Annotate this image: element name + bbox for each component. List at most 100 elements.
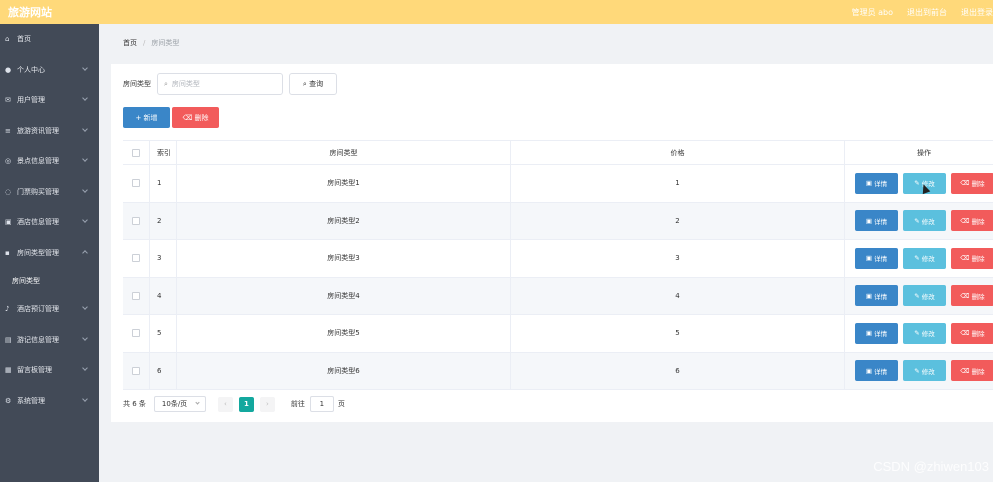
frontend-link[interactable]: 退出到前台 bbox=[907, 7, 947, 18]
row-checkbox[interactable] bbox=[132, 254, 140, 263]
header-index: 索引 bbox=[150, 141, 177, 164]
admin-label: 管理员 abo bbox=[851, 7, 893, 17]
table-header: 索引 房间类型 价格 操作 bbox=[123, 140, 993, 165]
row-checkbox[interactable] bbox=[132, 179, 140, 188]
picture-icon: ▣ bbox=[5, 218, 12, 227]
edit-button[interactable]: ✎ 修改 bbox=[903, 360, 946, 382]
page-size-select[interactable]: 10条/页 bbox=[153, 396, 206, 412]
detail-button[interactable]: ▣ 详情 bbox=[855, 360, 898, 382]
chevron-down-icon bbox=[82, 186, 88, 193]
sidebar-item-profile[interactable]: ● 个人中心 bbox=[0, 55, 99, 86]
sidebar-item-users[interactable]: ✉ 用户管理 bbox=[0, 85, 99, 116]
cell-index: 3 bbox=[150, 240, 177, 277]
trash-icon: ⌫ bbox=[960, 366, 972, 375]
row-checkbox[interactable] bbox=[132, 366, 140, 375]
delete-button[interactable]: ⌫ 删除 bbox=[951, 210, 993, 232]
page-number-current[interactable]: 1 bbox=[238, 396, 254, 412]
header-ops: 操作 bbox=[917, 148, 931, 157]
query-button[interactable]: ⌕ 查询 bbox=[289, 73, 337, 95]
edit-button[interactable]: ✎ 修改 bbox=[903, 322, 946, 344]
top-bar: 旅游网站 管理员 abo 退出到前台 退出登录 bbox=[0, 0, 993, 24]
top-right-links: 管理员 abo 退出到前台 退出登录 bbox=[852, 0, 993, 24]
mic-icon: ♪ bbox=[5, 305, 10, 314]
delete-button[interactable]: ⌫ 删除 bbox=[951, 285, 993, 307]
detail-button[interactable]: ▣ 详情 bbox=[855, 210, 898, 232]
cell-price: 2 bbox=[511, 202, 845, 239]
delete-button[interactable]: ⌫ 删除 bbox=[951, 247, 993, 269]
trash-icon: ⌫ bbox=[960, 254, 972, 263]
detail-button[interactable]: ▣ 详情 bbox=[855, 247, 898, 269]
sidebar-item-system[interactable]: ⚙ 系统管理 bbox=[0, 386, 99, 417]
breadcrumb-home[interactable]: 首页 bbox=[123, 39, 137, 47]
sidebar-item-home[interactable]: ⌂ 首页 bbox=[0, 24, 99, 55]
table-row: 3 房间类型3 3 ▣ 详情 ✎ 修改 ⌫ 删除 bbox=[123, 240, 993, 278]
goto-page-input[interactable]: 1 bbox=[309, 396, 334, 412]
detail-icon: ▣ bbox=[865, 291, 875, 300]
search-row: 房间类型 ⌕ 房间类型 ⌕ 查询 bbox=[123, 73, 337, 95]
breadcrumb: 首页 / 房间类型 bbox=[123, 38, 179, 48]
sidebar: ⌂ 首页 ● 个人中心 ✉ 用户管理 ≡ 旅游资讯管理 ◎ 景点信息管理 ◌ 门票购买管理 … bbox=[0, 24, 99, 482]
table-row: 6 房间类型6 6 ▣ 详情 ✎ 修改 ⌫ 删除 bbox=[123, 352, 993, 390]
sidebar-item-travel-notes[interactable]: ▤ 游记信息管理 bbox=[0, 325, 99, 356]
plus-icon: + bbox=[135, 113, 144, 122]
cell-index: 6 bbox=[150, 352, 177, 389]
cell-ops: ▣ 详情 ✎ 修改 ⌫ 删除 bbox=[845, 203, 993, 240]
edit-icon: ✎ bbox=[914, 216, 922, 225]
delete-button[interactable]: ⌫ 删除 bbox=[951, 322, 993, 344]
trash-icon: ⌫ bbox=[960, 216, 972, 225]
watermark: CSDN @zhiwen103 bbox=[873, 459, 989, 474]
detail-button[interactable]: ▣ 详情 bbox=[855, 285, 898, 307]
row-checkbox[interactable] bbox=[132, 329, 140, 338]
add-button[interactable]: + 新增 bbox=[123, 107, 170, 128]
cell-price: 3 bbox=[511, 240, 845, 277]
detail-icon: ▣ bbox=[865, 366, 875, 375]
chevron-down-icon bbox=[82, 95, 88, 101]
table-body: 1 房间类型1 1 ▣ 详情 ✎ 修改 ⌫ 删除 2 房间类型2 2 ▣ 详情 ✎ 修改 ⌫ 删除 3 房… bbox=[123, 165, 993, 390]
cell-type: 房间类型4 bbox=[177, 277, 511, 314]
sidebar-item-messages[interactable]: ▦ 留言板管理 bbox=[0, 355, 99, 386]
logout-link[interactable]: 退出登录 bbox=[961, 7, 993, 18]
row-checkbox[interactable] bbox=[132, 291, 140, 300]
cell-index: 1 bbox=[150, 165, 177, 202]
edit-icon: ✎ bbox=[914, 254, 922, 263]
delete-button[interactable]: ⌫ 删除 bbox=[951, 172, 993, 194]
cell-price: 6 bbox=[511, 352, 845, 389]
goto-suffix: 页 bbox=[337, 400, 345, 408]
detail-button[interactable]: ▣ 详情 bbox=[855, 322, 898, 344]
cell-ops: ▣ 详情 ✎ 修改 ⌫ 删除 bbox=[845, 278, 993, 315]
chevron-down-icon bbox=[82, 304, 88, 310]
search-input[interactable]: ⌕ 房间类型 bbox=[157, 73, 283, 95]
sidebar-item-hotels[interactable]: ▣ 酒店信息管理 bbox=[0, 207, 99, 238]
chevron-down-icon bbox=[82, 334, 88, 341]
search-label: 房间类型 bbox=[123, 80, 151, 88]
grid-icon: ▦ bbox=[5, 366, 12, 375]
trash-icon: ⌫ bbox=[182, 113, 195, 122]
room-type-table: 索引 房间类型 价格 操作 1 房间类型1 1 ▣ 详情 ✎ 修改 ⌫ 删除 2 房间类型2 2… bbox=[123, 140, 993, 390]
detail-icon: ▣ bbox=[865, 179, 875, 188]
chevron-down-icon bbox=[82, 217, 88, 223]
detail-button[interactable]: ▣ 详情 bbox=[855, 172, 898, 194]
edit-button[interactable]: ✎ 修改 bbox=[903, 285, 946, 307]
chevron-down-icon bbox=[82, 125, 88, 132]
trash-icon: ⌫ bbox=[960, 329, 972, 338]
row-checkbox[interactable] bbox=[132, 216, 140, 225]
home-icon: ⌂ bbox=[5, 35, 10, 44]
cell-index: 4 bbox=[150, 277, 177, 314]
delete-button[interactable]: ⌫ 删除 bbox=[951, 360, 993, 382]
sidebar-item-scenic[interactable]: ◎ 景点信息管理 bbox=[0, 146, 99, 177]
edit-button[interactable]: ✎ 修改 bbox=[903, 247, 946, 269]
edit-icon: ✎ bbox=[914, 291, 922, 300]
cell-ops: ▣ 详情 ✎ 修改 ⌫ 删除 bbox=[845, 315, 993, 352]
sidebar-item-tickets[interactable]: ◌ 门票购买管理 bbox=[0, 177, 99, 208]
sidebar-item-room-types[interactable]: ▪ 房间类型管理 bbox=[0, 238, 99, 269]
sidebar-subitem-room-type[interactable]: 房间类型 bbox=[0, 268, 99, 294]
next-page-button[interactable]: › bbox=[259, 396, 275, 412]
select-all-checkbox[interactable] bbox=[132, 148, 140, 157]
chevron-down-icon bbox=[195, 400, 200, 405]
batch-delete-button[interactable]: ⌫ 删除 bbox=[172, 107, 219, 128]
sidebar-item-bookings[interactable]: ♪ 酒店预订管理 bbox=[0, 294, 99, 325]
prev-page-button[interactable]: ‹ bbox=[217, 396, 233, 412]
edit-button[interactable]: ✎ 修改 bbox=[903, 210, 946, 232]
content-card: 房间类型 ⌕ 房间类型 ⌕ 查询 + 新增 ⌫ 删除 索引 房间类型 价格 操作 … bbox=[111, 64, 993, 422]
sidebar-item-news[interactable]: ≡ 旅游资讯管理 bbox=[0, 116, 99, 147]
